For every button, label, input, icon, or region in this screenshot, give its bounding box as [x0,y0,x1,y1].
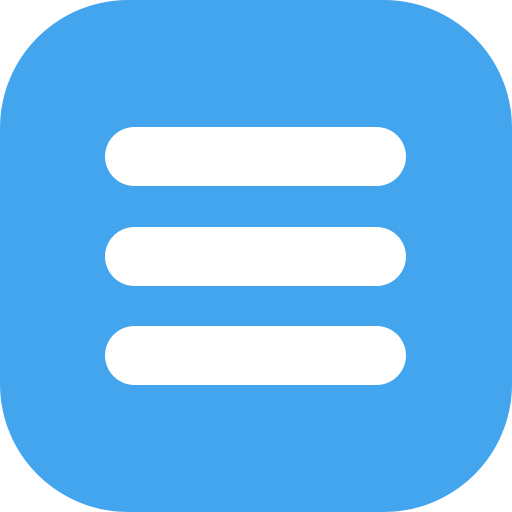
menu-button[interactable] [0,0,512,512]
hamburger-menu-icon [0,0,512,512]
menu-line-top [105,127,406,186]
menu-line-middle [105,227,406,286]
menu-line-bottom [105,326,406,385]
